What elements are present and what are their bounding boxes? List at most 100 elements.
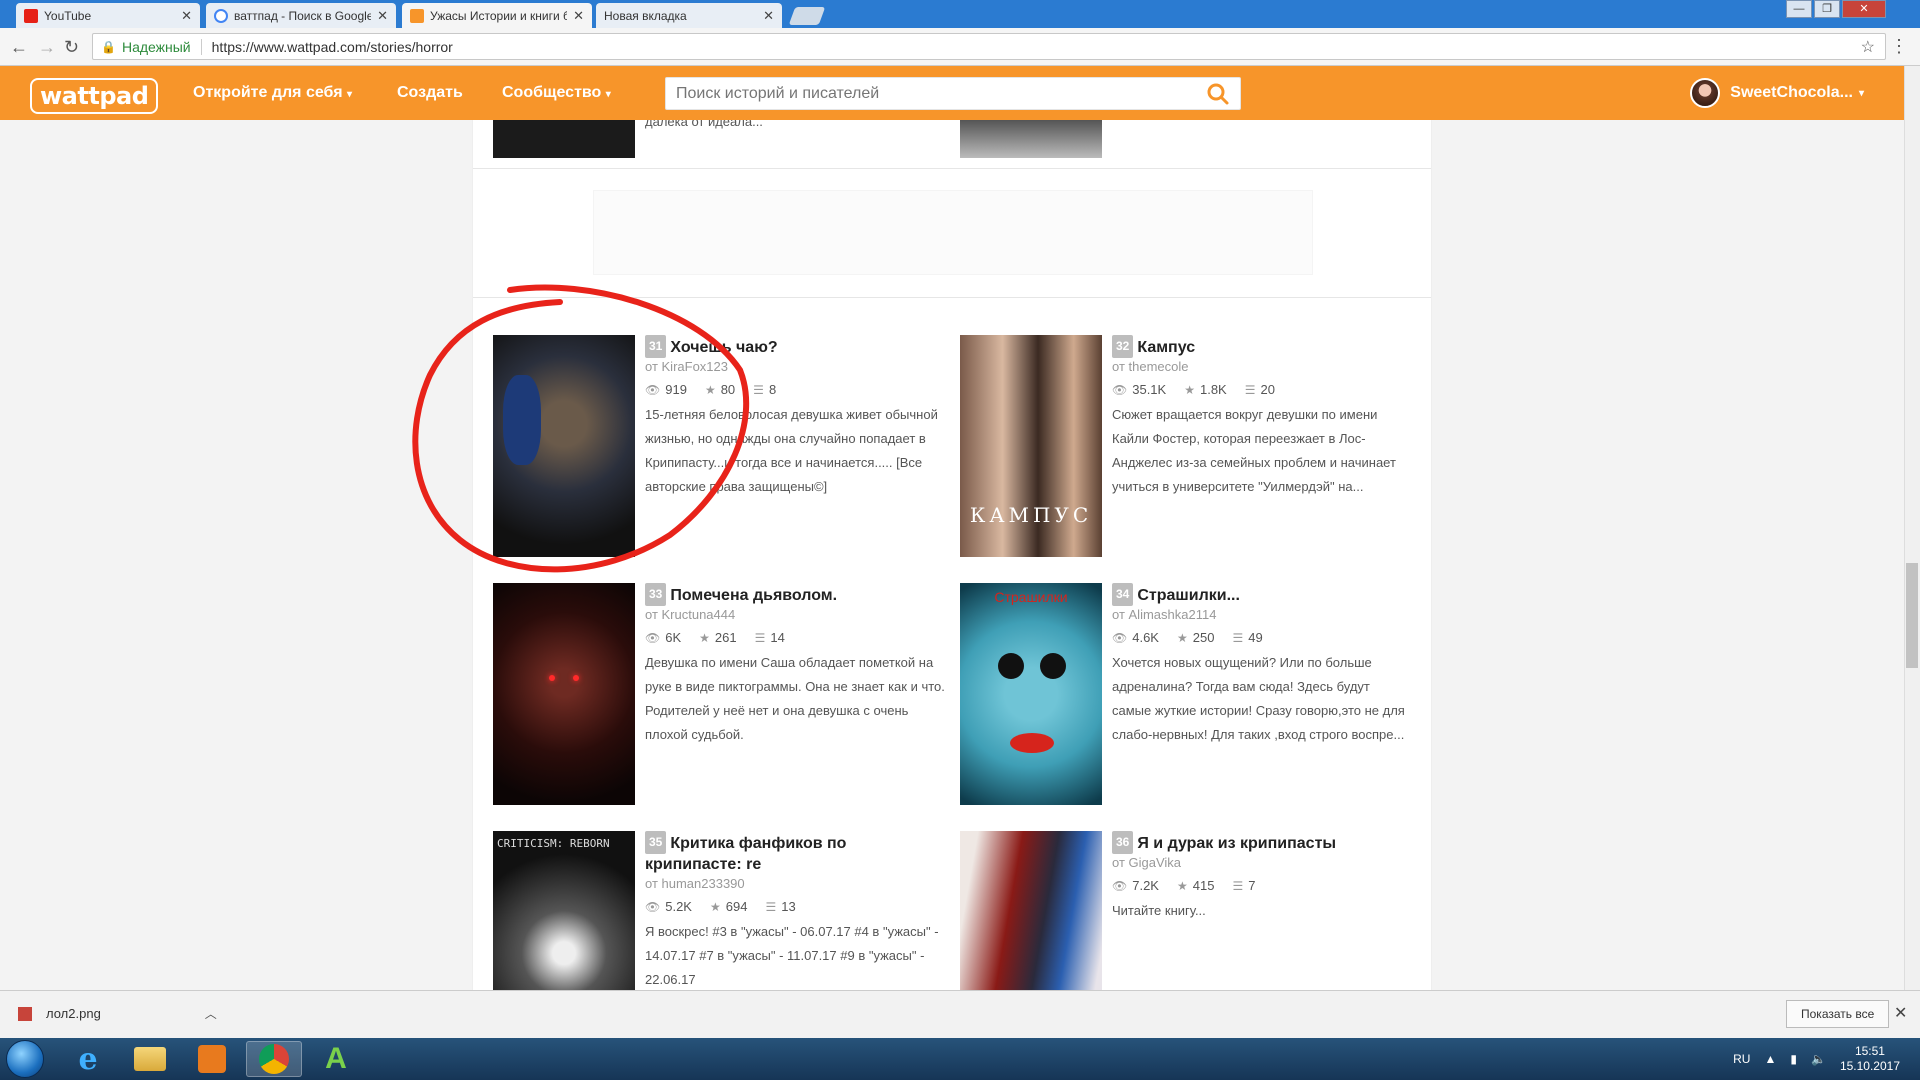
caret-down-icon: ▾ [605,89,611,100]
close-downloads-icon[interactable]: ✕ [1894,1003,1907,1023]
story-cover[interactable] [493,335,635,557]
forward-arrow-icon[interactable]: → [38,37,56,58]
search-icon[interactable] [1206,82,1230,106]
chevron-up-icon[interactable]: ︿ [205,1005,217,1022]
story-author[interactable]: от KiraFox123 [645,359,945,374]
username: SweetChocola... [1730,84,1853,101]
search-input[interactable] [666,78,1166,109]
story-card: 32 Кампус от themecole 👁 35.1K ★ 1.8K ☰ 20 С… [1112,335,1412,499]
story-title[interactable]: 33 Помечена дьяволом. [645,583,945,606]
youtube-favicon-icon [24,8,38,23]
story-card: 31 Хочешь чаю? от KiraFox123 👁 919 ★ 80 ☰ 8 … [645,335,945,499]
nav-community-label: Сообщество [502,84,602,101]
story-cover[interactable] [960,831,1102,990]
story-cover[interactable] [493,120,635,158]
scrollbar-thumb[interactable] [1906,563,1918,668]
story-cover[interactable] [960,120,1102,158]
rank-badge: 33 [645,583,667,606]
story-title-text: Помечена дьяволом. [670,587,838,604]
votes-count: 1.8K [1199,382,1227,397]
nav-discover-label: Откройте для себя [193,84,343,101]
story-title[interactable]: 31 Хочешь чаю? [645,335,945,358]
mask-shape [503,375,541,465]
tab-new[interactable]: Новая вкладка ✕ [596,3,782,28]
download-file-name: лол2.png [46,1006,101,1021]
story-card: 34 Страшилки... от Alimashka2114 👁 4.6K ★ 2… [1112,583,1412,747]
google-favicon-icon [214,8,228,23]
browser-menu-icon[interactable]: ⋮ [1890,36,1908,57]
story-cover[interactable]: КАМПУС [960,335,1102,557]
internet-explorer-icon[interactable]: e [60,1041,116,1077]
story-title[interactable]: 36 Я и дурак из крипипасты [1112,831,1412,854]
story-author[interactable]: от GigaVika [1112,855,1412,870]
eye-icon: 👁 [1112,383,1128,397]
red-eye-right [573,675,579,681]
story-author[interactable]: от Alimashka2114 [1112,607,1412,622]
reads-count: 35.1K [1132,382,1167,397]
wattpad-logo[interactable]: wattpad [30,78,159,114]
rank-badge: 36 [1112,831,1134,854]
story-stats: 👁 7.2K ★ 415 ☰ 7 [1112,878,1412,893]
reload-icon[interactable]: ↻ [64,37,79,58]
tab-google-search[interactable]: ваттпад - Поиск в Google ✕ [206,3,396,28]
clock[interactable]: 15:51 15.10.2017 [1840,1044,1900,1074]
page-scrollbar[interactable] [1904,66,1920,990]
nav-create[interactable]: Создать [397,84,463,102]
story-stats: 👁 4.6K ★ 250 ☰ 49 [1112,630,1412,645]
close-tab-icon[interactable]: ✕ [377,8,388,24]
back-arrow-icon[interactable]: ← [10,37,28,58]
nav-community[interactable]: Сообщество ▾ [502,84,611,102]
story-title[interactable]: 34 Страшилки... [1112,583,1412,606]
story-author[interactable]: от human233390 [645,876,945,891]
file-explorer-icon[interactable] [122,1041,178,1077]
story-cover[interactable] [493,583,635,805]
eye-icon: 👁 [645,383,661,397]
close-tab-icon[interactable]: ✕ [763,8,774,24]
new-tab-button[interactable] [788,7,826,25]
window-close-button[interactable]: ✕ [1842,0,1886,18]
story-stats: 👁 6K ★ 261 ☰ 14 [645,630,945,645]
download-item[interactable]: лол2.png ︿ [18,1005,217,1022]
close-tab-icon[interactable]: ✕ [181,8,192,24]
url-field[interactable]: 🔒 Надежный https://www.wattpad.com/stori… [92,33,1886,60]
system-tray: RU ▲ ▮ 🔈 15:51 15.10.2017 [1733,1044,1900,1074]
media-player-icon[interactable] [184,1041,240,1077]
ad-placeholder [593,190,1313,275]
star-icon: ★ [709,900,721,914]
tab-youtube[interactable]: YouTube ✕ [16,3,200,28]
bookmark-star-icon[interactable]: ☆ [1861,37,1875,57]
start-button[interactable] [6,1040,44,1078]
caret-down-icon: ▾ [1858,87,1864,99]
user-menu[interactable]: SweetChocola... ▾ [1690,78,1864,108]
story-description: далека от идеала... [645,120,763,129]
story-cover[interactable]: CRITICISM: REBORN [493,831,635,990]
volume-icon[interactable]: 🔈 [1811,1052,1826,1066]
star-icon: ★ [699,631,710,645]
story-author[interactable]: от Kructuna444 [645,607,945,622]
story-title-text: Кампус [1137,339,1196,356]
close-tab-icon[interactable]: ✕ [573,8,584,24]
app-a-icon[interactable]: A [308,1041,364,1077]
red-eye-left [549,675,555,681]
language-indicator[interactable]: RU [1733,1052,1750,1066]
story-title[interactable]: 35 Критика фанфиков по крипипасте: re [645,831,945,875]
reads-count: 4.6K [1132,630,1159,645]
address-bar-row: ← → ↻ 🔒 Надежный https://www.wattpad.com… [0,28,1920,66]
restore-button[interactable]: ❐ [1814,0,1840,18]
caret-down-icon: ▾ [347,89,353,100]
story-cover[interactable]: Страшилки [960,583,1102,805]
chrome-taskbar-icon[interactable] [246,1041,302,1077]
story-title[interactable]: 32 Кампус [1112,335,1412,358]
list-icon: ☰ [753,383,764,397]
parts-count: 8 [768,382,777,397]
rank-badge: 35 [645,831,667,854]
network-icon[interactable]: ▮ [1790,1052,1797,1066]
story-author[interactable]: от themecole [1112,359,1412,374]
tab-wattpad-horror[interactable]: Ужасы Истории и книги б ✕ [402,3,592,28]
reads-count: 7.2K [1132,878,1159,893]
nav-discover[interactable]: Откройте для себя ▾ [193,84,352,102]
tray-arrow-icon[interactable]: ▲ [1764,1052,1776,1066]
minimize-button[interactable]: — [1786,0,1812,18]
wattpad-favicon-icon [410,8,424,23]
show-all-downloads-button[interactable]: Показать все [1786,1000,1890,1028]
